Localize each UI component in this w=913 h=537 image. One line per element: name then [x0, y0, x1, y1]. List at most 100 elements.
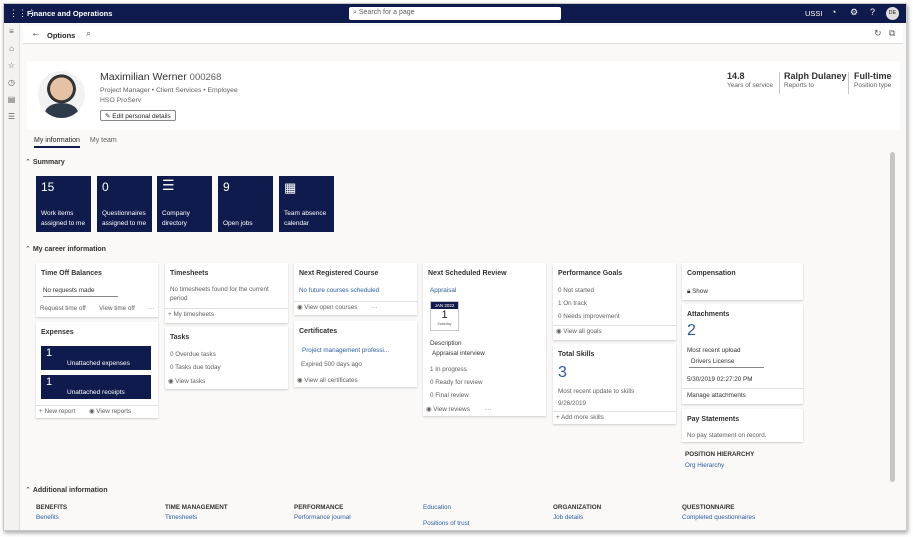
tile-label: Questionnaires assigned to me [102, 210, 147, 227]
new-report-button[interactable]: + New report [39, 408, 75, 415]
skills-recent-date: 9/26/2019 [558, 400, 587, 407]
eye-icon: ◉ [556, 328, 562, 335]
unattached-receipts-tile[interactable]: 1 Unattached receipts [41, 375, 151, 399]
tile-company-directory[interactable]: ☰ Company directory [157, 176, 212, 232]
view-all-certificates-button[interactable]: ◉ View all certificates [297, 377, 358, 384]
tab-my-team[interactable]: My team [90, 137, 117, 144]
my-timesheets-button[interactable]: + My timesheets [168, 311, 214, 318]
tile-open-jobs[interactable]: 9 Open jobs [218, 176, 273, 232]
card-title: Certificates [299, 328, 338, 335]
unattached-expenses-tile[interactable]: 1 Unattached expenses [41, 346, 151, 370]
divider [294, 301, 417, 302]
card-expenses: Expenses 1 Unattached expenses 1 Unattache… [36, 322, 158, 418]
settings-gear-icon[interactable]: ⚙ [850, 7, 858, 18]
company-picker[interactable]: USSI [805, 9, 823, 18]
certificate-link[interactable]: Project management professi... [302, 347, 389, 354]
performance-heading: PERFORMANCE [294, 504, 344, 511]
job-details-link[interactable]: Job details [553, 514, 583, 521]
timesheets-empty-line-1: No timesheets found for the current [170, 286, 269, 293]
card-time-off-balances: Time Off Balances No requests made Reque… [36, 263, 158, 317]
calendar-weekday: Saturday [437, 322, 452, 326]
vertical-scrollbar[interactable] [890, 152, 895, 482]
add-more-skills-button[interactable]: + Add more skills [556, 414, 604, 421]
view-all-goals-button[interactable]: ◉ View all goals [556, 328, 602, 335]
card-next-registered-course: Next Registered Course No future courses… [294, 263, 417, 315]
certificate-expired-text: Expired 500 days ago [301, 361, 362, 368]
education-link[interactable]: Education [423, 504, 451, 511]
in-progress-count: 1 In progress [430, 366, 467, 373]
favorites-star-icon[interactable]: ☆ [4, 57, 19, 74]
questionnaire-heading: QUESTIONNAIRE [682, 504, 735, 511]
stat-value: 14.8 [727, 71, 745, 81]
workspaces-icon[interactable]: ▤ [4, 91, 19, 108]
org-hierarchy-link[interactable]: Org Hierarchy [685, 462, 724, 469]
back-arrow-icon[interactable]: ← [31, 28, 41, 39]
label: New report [44, 408, 76, 415]
modules-list-icon[interactable]: ☰ [4, 108, 19, 125]
view-open-courses-button[interactable]: ◉ View open courses [297, 304, 357, 311]
tile-team-absence-calendar[interactable]: ▦ Team absence calendar [279, 176, 334, 232]
tab-strip: My information My team [34, 137, 125, 148]
card-performance-goals: Performance Goals 0 Not started 1 On tra… [553, 263, 676, 340]
list-icon: ☰ [162, 177, 175, 193]
view-time-off-button[interactable]: View time off [99, 305, 135, 312]
recent-upload-file[interactable]: Drivers License [691, 358, 734, 365]
hamburger-menu-icon[interactable]: ≡ [4, 23, 19, 40]
open-new-window-icon[interactable]: ⧉ [889, 28, 895, 39]
timesheets-empty-line-2: period [170, 295, 188, 302]
card-title: Performance Goals [558, 270, 623, 277]
show-compensation-button[interactable]: 🔒︎ Show [687, 288, 708, 296]
skills-count[interactable]: 3 [558, 364, 567, 382]
benefits-heading: BENEFITS [36, 504, 68, 511]
view-reviews-button[interactable]: ◉ View reviews [426, 406, 470, 413]
app-window: ⋮⋮⋮ Finance and Operations ⌕ Search for … [3, 3, 907, 531]
benefits-link[interactable]: Benefits [36, 514, 59, 521]
performance-journal-link[interactable]: Performance journal [294, 514, 351, 521]
more-options-button[interactable]: ··· [371, 304, 377, 311]
more-options-button[interactable]: ··· [485, 406, 491, 413]
tile-work-items[interactable]: 15 Work items assigned to me [36, 176, 91, 232]
tab-my-information[interactable]: My information [34, 137, 80, 148]
label: Unattached receipts [67, 389, 125, 396]
positions-of-trust-link[interactable]: Positions of trust [423, 520, 470, 527]
app-launcher-icon[interactable]: ⋮⋮⋮ [9, 9, 36, 18]
timesheets-link[interactable]: Timesheets [165, 514, 197, 521]
card-title: Attachments [687, 311, 730, 318]
find-search-icon[interactable]: ⌕ [86, 28, 91, 39]
section-title: My career information [32, 246, 106, 253]
recent-clock-icon[interactable]: ◷ [4, 74, 19, 91]
section-career-header[interactable]: My career information [25, 245, 106, 253]
eye-icon: ◉ [168, 378, 174, 385]
completed-questionnaires-link[interactable]: Completed questionnaires [682, 514, 755, 521]
refresh-icon[interactable]: ↻ [874, 28, 882, 39]
options-menu[interactable]: Options [47, 31, 75, 40]
manager-link[interactable]: Ralph Dulaney [784, 72, 847, 81]
notifications-icon[interactable]: ◔ [831, 7, 836, 17]
request-time-off-button[interactable]: Request time off [40, 305, 86, 312]
stat-label: Reports to [784, 82, 814, 89]
section-summary-header[interactable]: Summary [25, 158, 65, 166]
stat-position-type: Full-time Position type [854, 72, 892, 90]
app-name[interactable]: Finance and Operations [27, 9, 112, 18]
view-tasks-button[interactable]: ◉ View tasks [168, 378, 205, 385]
employee-job-line: Project Manager • Client Services • Empl… [100, 87, 238, 94]
attachments-count[interactable]: 2 [687, 322, 696, 340]
tile-questionnaires[interactable]: 0 Questionnaires assigned to me [97, 176, 152, 232]
final-review-count: 0 Final review [430, 392, 469, 399]
divider [553, 411, 676, 412]
global-search-input[interactable]: ⌕ Search for a page [349, 7, 561, 20]
label: View all certificates [304, 377, 358, 384]
more-options-button[interactable]: ··· [148, 305, 154, 312]
home-icon[interactable]: ⌂ [4, 40, 19, 57]
view-reports-button[interactable]: ◉ View reports [89, 408, 131, 415]
user-avatar[interactable]: DE [886, 7, 899, 20]
recent-upload-label: Most recent upload [687, 347, 741, 354]
eye-icon: ◉ [297, 377, 303, 384]
section-title: Additional information [32, 487, 108, 494]
top-navigation-bar: ⋮⋮⋮ Finance and Operations ⌕ Search for … [4, 4, 906, 23]
help-icon[interactable]: ? [870, 7, 875, 17]
manage-attachments-button[interactable]: Manage attachments [687, 392, 746, 399]
edit-personal-details-button[interactable]: ✎ Edit personal details [100, 110, 176, 121]
review-type-link[interactable]: Appraisal [430, 287, 456, 294]
section-additional-header[interactable]: Additional information [25, 486, 108, 494]
